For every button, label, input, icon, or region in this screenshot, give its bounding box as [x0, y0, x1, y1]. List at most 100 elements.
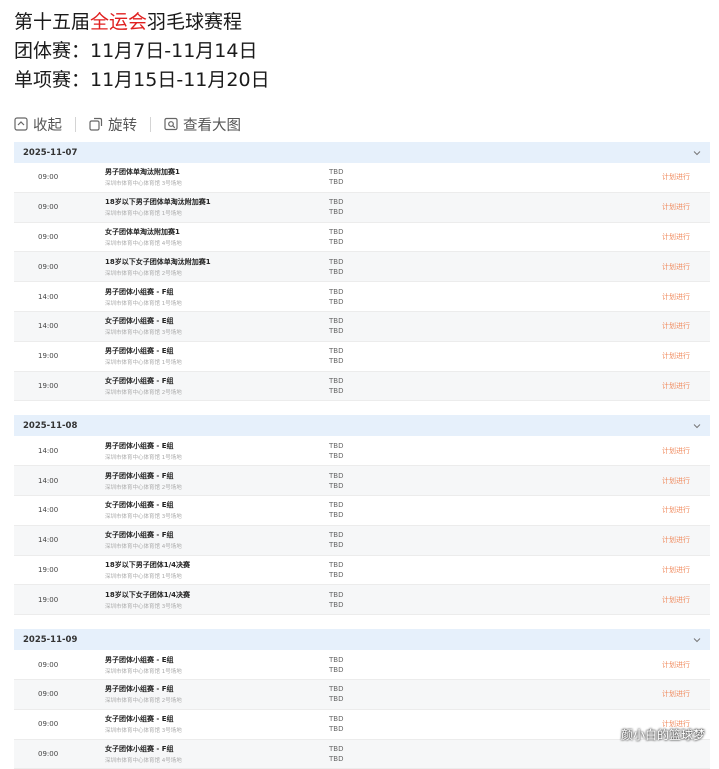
- match-event: 女子团体小组赛 - F组 深圳市体育中心体育馆 2号场地: [105, 376, 329, 396]
- team-2: TBD: [329, 695, 344, 704]
- match-row[interactable]: 14:00 男子团体小组赛 - F组 深圳市体育中心体育馆 1号场地 TBD TBD 计划…: [14, 282, 710, 312]
- rotate-button[interactable]: 旋转: [89, 114, 137, 135]
- team-1: TBD: [329, 744, 344, 753]
- team-2: TBD: [329, 725, 344, 734]
- match-time: 09:00: [38, 173, 59, 182]
- title-highlight-link[interactable]: 全运会: [90, 11, 147, 33]
- team-2: TBD: [329, 570, 344, 579]
- match-row[interactable]: 19:00 18岁以下男子团体1/4决赛 深圳市体育中心体育馆 1号场地 TBD TBD…: [14, 556, 710, 586]
- watermark: 颜小白的篮球梦: [620, 728, 705, 742]
- match-row[interactable]: 19:00 女子团体小组赛 - F组 深圳市体育中心体育馆 2号场地 TBD TBD 计划…: [14, 371, 710, 402]
- match-row[interactable]: 14:00 女子团体小组赛 - E组 深圳市体育中心体育馆 3号场地 TBD TBD 计划…: [14, 496, 710, 526]
- match-row[interactable]: 14:00 女子团体小组赛 - F组 深圳市体育中心体育馆 4号场地 TBD TBD 计划…: [14, 525, 710, 556]
- match-teams: TBD TBD: [329, 377, 629, 395]
- event-venue: 深圳市体育中心体育馆 3号场地: [105, 330, 182, 337]
- team-1: TBD: [329, 685, 344, 694]
- individual-dates-line: 单项赛：11月15日-11月20日: [14, 69, 270, 91]
- event-venue: 深圳市体育中心体育馆 1号场地: [105, 360, 182, 367]
- collapse-button[interactable]: 收起: [14, 114, 62, 135]
- team-1: TBD: [329, 715, 344, 724]
- match-time: 09:00: [38, 690, 59, 699]
- match-event: 18岁以下男子团体单淘汰附加赛1 深圳市体育中心体育馆 1号场地: [105, 197, 329, 217]
- event-name: 男子团体单淘汰附加赛1: [105, 168, 180, 177]
- image-toolbar: 收起 旋转 查看大图: [14, 111, 719, 137]
- schedule-image: 2025-11-07 09:00 男子团体单淘汰附加赛1 深圳市体育中心体育馆 3号场…: [14, 142, 710, 769]
- match-event: 女子团体单淘汰附加赛1 深圳市体育中心体育馆 4号场地: [105, 227, 329, 247]
- title-prefix: 第十五届: [14, 11, 91, 33]
- event-venue: 深圳市体育中心体育馆 3号场地: [105, 603, 182, 610]
- match-status: 计划进行: [662, 173, 690, 182]
- match-teams: TBD TBD: [329, 258, 629, 276]
- event-name: 女子团体小组赛 - E组: [105, 715, 174, 724]
- match-status: 计划进行: [662, 203, 690, 212]
- toolbar-divider: [150, 116, 151, 132]
- team-2: TBD: [329, 386, 344, 395]
- match-teams: TBD TBD: [329, 656, 629, 674]
- match-row[interactable]: 14:00 男子团体小组赛 - F组 深圳市体育中心体育馆 2号场地 TBD TBD 计划…: [14, 466, 710, 496]
- match-time: 14:00: [38, 322, 59, 331]
- event-name: 女子团体小组赛 - E组: [105, 501, 174, 510]
- view-large-button[interactable]: 查看大图: [164, 114, 241, 135]
- match-row[interactable]: 14:00 男子团体小组赛 - E组 深圳市体育中心体育馆 1号场地 TBD TBD 计划…: [14, 436, 710, 467]
- event-name: 女子团体小组赛 - F组: [105, 744, 174, 753]
- match-row[interactable]: 09:00 女子团体小组赛 - F组 深圳市体育中心体育馆 4号场地 TBD TBD: [14, 739, 710, 769]
- match-teams: TBD TBD: [329, 745, 629, 763]
- date-header[interactable]: 2025-11-08: [14, 415, 710, 437]
- event-name: 女子团体小组赛 - F组: [105, 376, 174, 385]
- match-row[interactable]: 09:00 18岁以下男子团体单淘汰附加赛1 深圳市体育中心体育馆 1号场地 TBD T…: [14, 192, 710, 223]
- event-venue: 深圳市体育中心体育馆 3号场地: [105, 514, 182, 521]
- date-header[interactable]: 2025-11-07: [14, 142, 710, 163]
- team-2: TBD: [329, 297, 344, 306]
- event-venue: 深圳市体育中心体育馆 2号场地: [105, 484, 182, 491]
- match-status: 计划进行: [662, 536, 690, 545]
- title-line: 第十五届全运会羽毛球赛程: [14, 8, 719, 37]
- team-1: TBD: [329, 227, 344, 236]
- match-teams: TBD TBD: [329, 347, 629, 365]
- team-2: TBD: [329, 327, 344, 336]
- chevron-down-icon[interactable]: [692, 635, 702, 645]
- event-venue: 深圳市体育中心体育馆 4号场地: [105, 544, 182, 551]
- event-name: 男子团体小组赛 - E组: [105, 347, 174, 356]
- match-row[interactable]: 14:00 女子团体小组赛 - E组 深圳市体育中心体育馆 3号场地 TBD TBD 计划…: [14, 311, 710, 342]
- match-row[interactable]: 09:00 女子团体小组赛 - E组 深圳市体育中心体育馆 3号场地 TBD TBD 计划…: [14, 710, 710, 740]
- match-event: 男子团体单淘汰附加赛1 深圳市体育中心体育馆 3号场地: [105, 167, 329, 187]
- event-name: 女子团体小组赛 - E组: [105, 317, 174, 326]
- match-row[interactable]: 09:00 女子团体单淘汰附加赛1 深圳市体育中心体育馆 4号场地 TBD TBD 计划进…: [14, 223, 710, 253]
- match-status: 计划进行: [662, 262, 690, 271]
- chevron-down-icon[interactable]: [692, 148, 702, 158]
- match-time: 09:00: [38, 232, 59, 241]
- match-event: 男子团体小组赛 - F组 深圳市体育中心体育馆 1号场地: [105, 287, 329, 307]
- date-label: 2025-11-09: [23, 634, 78, 645]
- match-event: 女子团体小组赛 - F组深圳市体育中心体育馆 4号场地: [105, 744, 329, 764]
- match-teams: TBD TBD: [329, 228, 629, 246]
- team-1: TBD: [329, 347, 344, 356]
- match-time: 09:00: [38, 262, 59, 271]
- match-teams: TBD TBD: [329, 198, 629, 216]
- match-teams: TBD TBD: [329, 501, 629, 519]
- match-row[interactable]: 09:00 18岁以下女子团体单淘汰附加赛1 深圳市体育中心体育馆 2号场地 TBD T…: [14, 252, 710, 283]
- team-1: TBD: [329, 560, 344, 569]
- match-time: 14:00: [38, 536, 59, 545]
- team-2: TBD: [329, 357, 344, 366]
- match-row[interactable]: 09:00 男子团体单淘汰附加赛1 深圳市体育中心体育馆 3号场地 TBD TBD 计划进…: [14, 163, 710, 193]
- event-venue: 深圳市体育中心体育馆 1号场地: [105, 573, 182, 580]
- match-row[interactable]: 09:00 男子团体小组赛 - F组 深圳市体育中心体育馆 2号场地 TBD TBD 计划…: [14, 679, 710, 710]
- match-event: 男子团体小组赛 - F组 深圳市体育中心体育馆 2号场地: [105, 471, 329, 491]
- event-venue: 深圳市体育中心体育馆 3号场地: [105, 728, 182, 735]
- match-row[interactable]: 19:00 18岁以下女子团体1/4决赛 深圳市体育中心体育馆 3号场地 TBD TBD…: [14, 585, 710, 616]
- date-header[interactable]: 2025-11-09: [14, 629, 710, 651]
- team-1: TBD: [329, 168, 344, 177]
- rotate-icon: [89, 117, 103, 131]
- event-name: 18岁以下女子团体单淘汰附加赛1: [105, 257, 211, 266]
- team-1: TBD: [329, 287, 344, 296]
- match-teams: TBD TBD: [329, 685, 629, 703]
- event-venue: 深圳市体育中心体育馆 4号场地: [105, 757, 182, 764]
- team-1: TBD: [329, 376, 344, 385]
- match-row[interactable]: 09:00 男子团体小组赛 - E组 深圳市体育中心体育馆 1号场地 TBD TBD 计划…: [14, 650, 710, 680]
- match-row[interactable]: 19:00 男子团体小组赛 - E组 深圳市体育中心体育馆 1号场地 TBD TBD 计划…: [14, 342, 710, 372]
- team-1: TBD: [329, 198, 344, 207]
- match-event: 男子团体小组赛 - F组 深圳市体育中心体育馆 2号场地: [105, 684, 329, 704]
- chevron-down-icon[interactable]: [692, 421, 702, 431]
- team-2: TBD: [329, 541, 344, 550]
